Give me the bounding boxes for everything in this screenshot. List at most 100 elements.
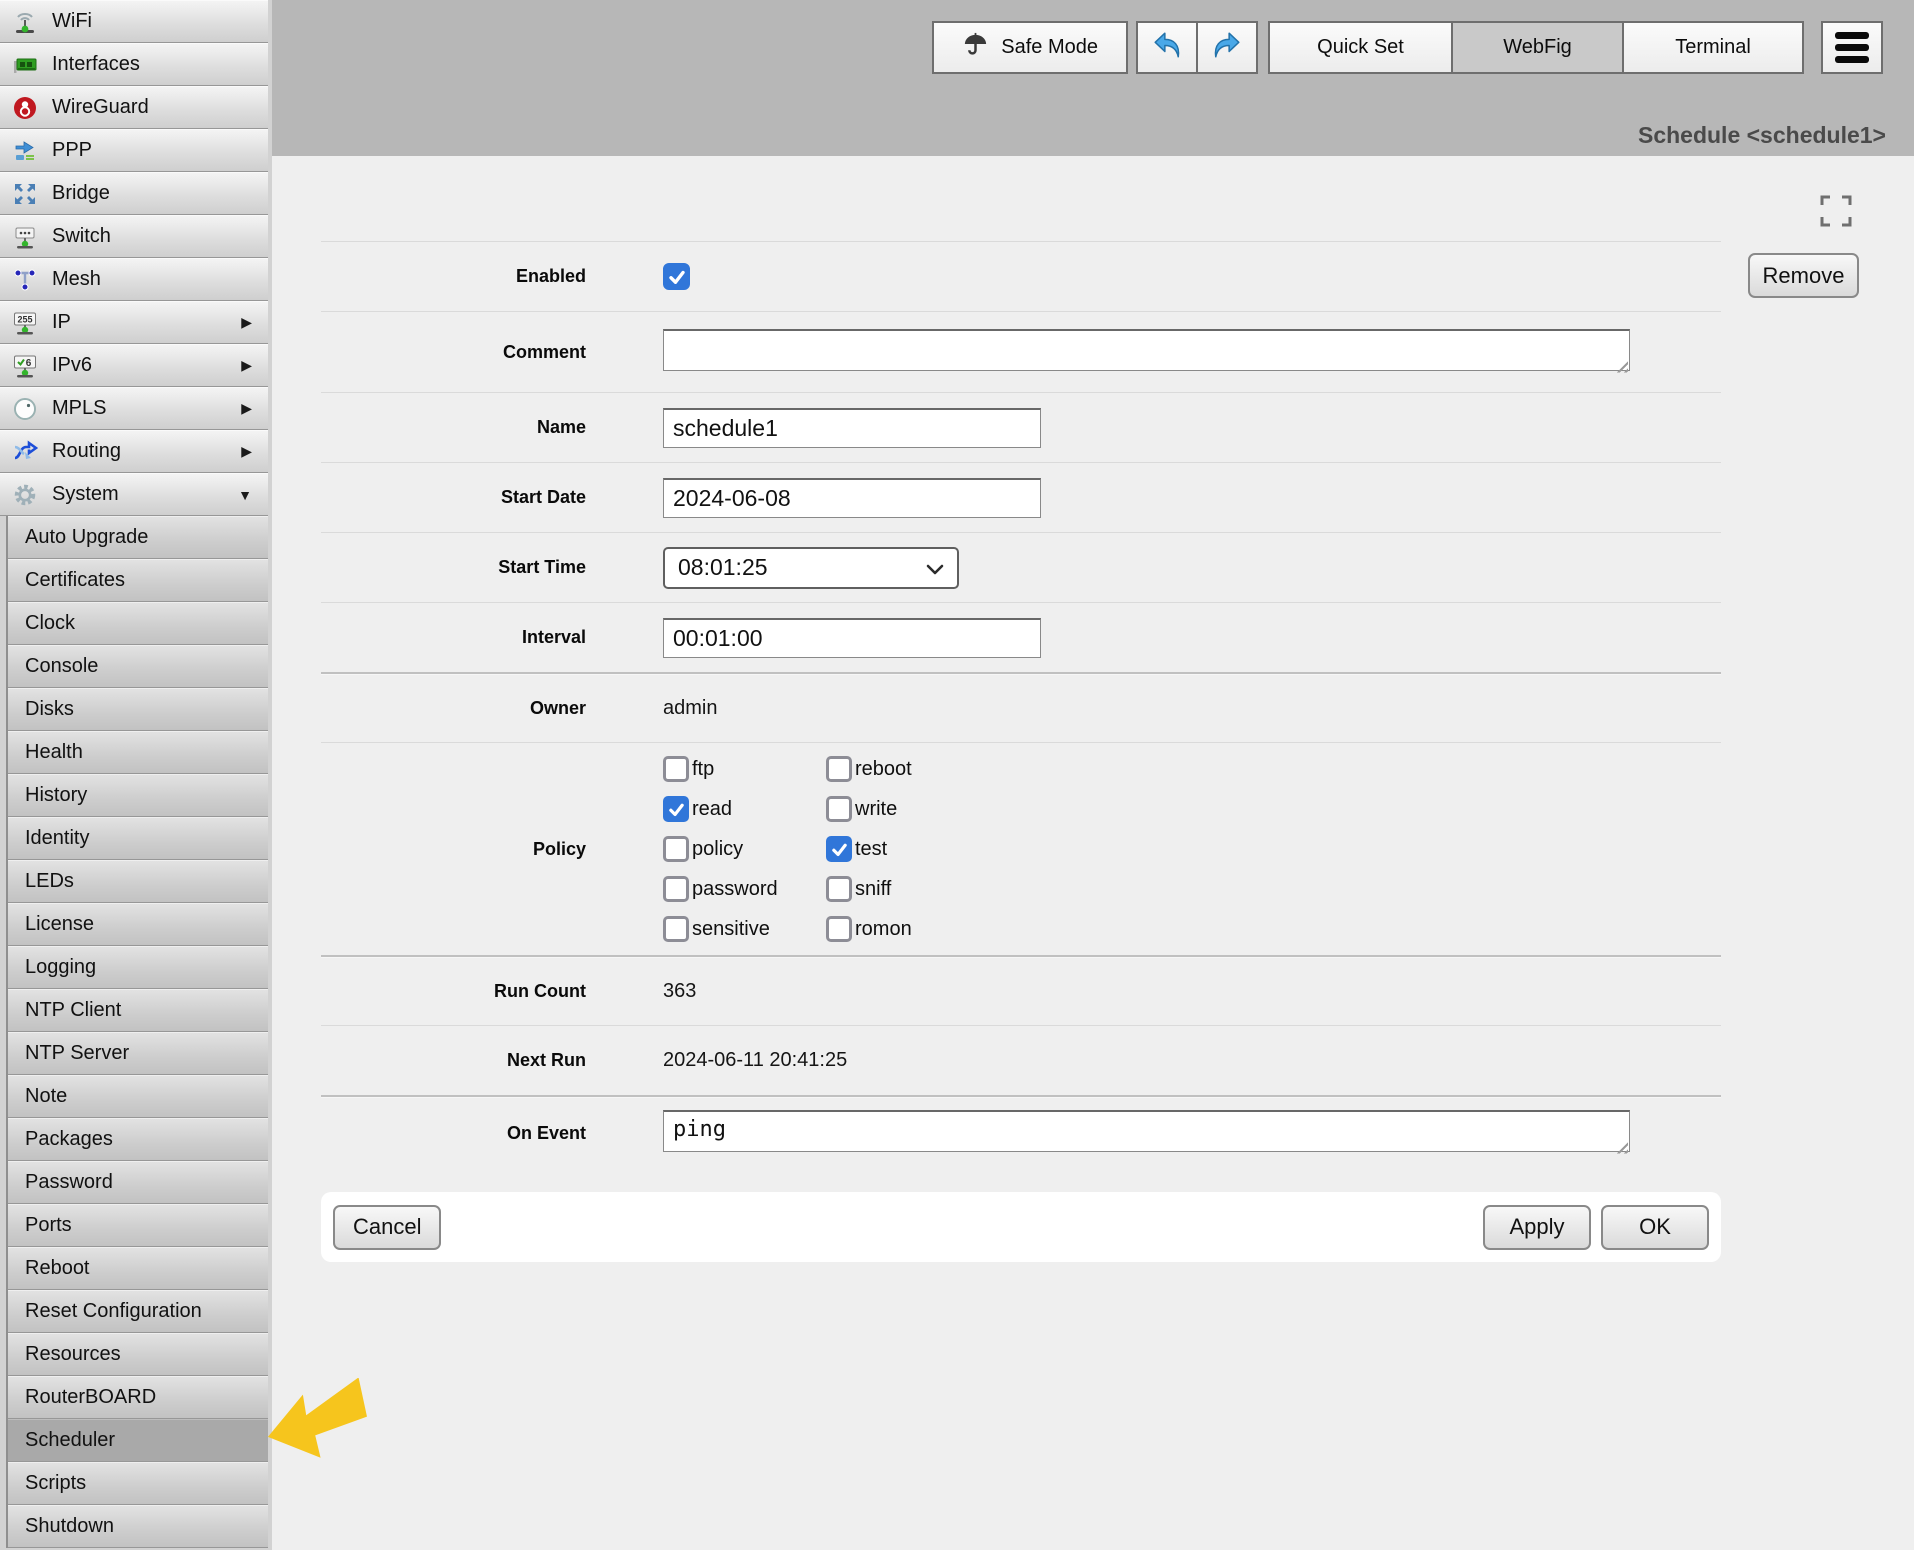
on-event-input[interactable] [663, 1110, 1630, 1152]
sidebar-item-certificates[interactable]: Certificates [8, 559, 268, 602]
checkbox-unchecked-icon[interactable] [663, 756, 689, 782]
sidebar-item-label: Resources [25, 1343, 121, 1366]
sidebar-item-license[interactable]: License [8, 903, 268, 946]
sidebar-item-disks[interactable]: Disks [8, 688, 268, 731]
enabled-checkbox[interactable] [663, 263, 690, 290]
sidebar-item-routerboard[interactable]: RouterBOARD [8, 1376, 268, 1419]
name-input[interactable] [663, 408, 1041, 448]
sidebar-item-history[interactable]: History [8, 774, 268, 817]
policy-sniff[interactable]: sniff [826, 876, 912, 902]
policy-read[interactable]: read [663, 796, 826, 822]
policy-write[interactable]: write [826, 796, 912, 822]
tab-quick-set[interactable]: Quick Set [1268, 21, 1453, 74]
mpls-icon [11, 395, 39, 423]
safe-mode-button[interactable]: Safe Mode [932, 21, 1128, 74]
cancel-button[interactable]: Cancel [333, 1205, 441, 1250]
sidebar-item-console[interactable]: Console [8, 645, 268, 688]
checkbox-unchecked-icon[interactable] [663, 836, 689, 862]
start-date-label: Start Date [321, 487, 586, 508]
redo-button[interactable] [1196, 21, 1258, 74]
policy-reboot[interactable]: reboot [826, 756, 912, 782]
start-date-input[interactable] [663, 478, 1041, 518]
policy-label: sniff [855, 878, 891, 901]
safe-mode-label: Safe Mode [1001, 36, 1098, 59]
comment-input[interactable] [663, 329, 1630, 371]
menu-button[interactable] [1821, 21, 1883, 74]
page-title: Schedule <schedule1> [1638, 122, 1886, 149]
start-time-row: Start Time 08:01:25 [321, 532, 1721, 602]
sidebar-item-ip[interactable]: 255IP▶ [0, 301, 268, 344]
remove-button[interactable]: Remove [1748, 253, 1859, 298]
checkbox-checked-icon[interactable] [663, 796, 689, 822]
sidebar-item-leds[interactable]: LEDs [8, 860, 268, 903]
sidebar-item-wireguard[interactable]: WireGuard [0, 86, 268, 129]
sidebar-item-system[interactable]: System▼ [0, 473, 268, 516]
policy-row: Policy ftprebootreadwritepolicytestpassw… [321, 742, 1721, 955]
sidebar-item-ipv6[interactable]: 6IPv6▶ [0, 344, 268, 387]
sidebar-item-packages[interactable]: Packages [8, 1118, 268, 1161]
checkbox-unchecked-icon[interactable] [826, 876, 852, 902]
enabled-row: Enabled [321, 241, 1721, 311]
interval-input[interactable] [663, 618, 1041, 658]
sidebar-item-bridge[interactable]: Bridge [0, 172, 268, 215]
sidebar-item-ports[interactable]: Ports [8, 1204, 268, 1247]
sidebar-item-note[interactable]: Note [8, 1075, 268, 1118]
sidebar-item-label: Password [25, 1171, 113, 1194]
interval-row: Interval [321, 602, 1721, 672]
sidebar-item-ntp-server[interactable]: NTP Server [8, 1032, 268, 1075]
sidebar-item-switch[interactable]: Switch [0, 215, 268, 258]
ok-button[interactable]: OK [1601, 1205, 1709, 1250]
chevron-down-icon [926, 554, 944, 581]
start-time-select[interactable]: 08:01:25 [663, 547, 959, 589]
fullscreen-button[interactable] [1816, 193, 1856, 233]
sidebar-item-reset-configuration[interactable]: Reset Configuration [8, 1290, 268, 1333]
on-event-row: On Event [321, 1095, 1721, 1169]
interfaces-icon [11, 51, 39, 79]
checkbox-unchecked-icon[interactable] [826, 916, 852, 942]
policy-policy[interactable]: policy [663, 836, 826, 862]
policy-sensitive[interactable]: sensitive [663, 916, 826, 942]
sidebar-item-routing[interactable]: Routing▶ [0, 430, 268, 473]
checkbox-unchecked-icon[interactable] [826, 756, 852, 782]
checkbox-unchecked-icon[interactable] [826, 796, 852, 822]
sidebar-item-label: RouterBOARD [25, 1386, 156, 1409]
policy-test[interactable]: test [826, 836, 912, 862]
sidebar-item-reboot[interactable]: Reboot [8, 1247, 268, 1290]
sidebar-item-label: NTP Server [25, 1042, 129, 1065]
sidebar-item-ntp-client[interactable]: NTP Client [8, 989, 268, 1032]
sidebar-item-shutdown[interactable]: Shutdown [8, 1505, 268, 1548]
start-date-row: Start Date [321, 462, 1721, 532]
sidebar-item-resources[interactable]: Resources [8, 1333, 268, 1376]
policy-romon[interactable]: romon [826, 916, 912, 942]
sidebar-item-label: WireGuard [52, 96, 149, 119]
sidebar-item-logging[interactable]: Logging [8, 946, 268, 989]
sidebar-item-auto-upgrade[interactable]: Auto Upgrade [8, 516, 268, 559]
sidebar-item-mesh[interactable]: Mesh [0, 258, 268, 301]
sidebar-item-clock[interactable]: Clock [8, 602, 268, 645]
sidebar-item-health[interactable]: Health [8, 731, 268, 774]
sidebar-item-interfaces[interactable]: Interfaces [0, 43, 268, 86]
policy-ftp[interactable]: ftp [663, 756, 826, 782]
sidebar-item-label: Console [25, 655, 98, 678]
policy-label: romon [855, 918, 912, 941]
apply-button[interactable]: Apply [1483, 1205, 1591, 1250]
sidebar-item-label: NTP Client [25, 999, 121, 1022]
tab-terminal[interactable]: Terminal [1622, 21, 1804, 74]
sidebar-item-scripts[interactable]: Scripts [8, 1462, 268, 1505]
sidebar-item-scheduler[interactable]: Scheduler [8, 1419, 268, 1462]
checkbox-unchecked-icon[interactable] [663, 916, 689, 942]
tab-webfig[interactable]: WebFig [1451, 21, 1624, 74]
undo-button[interactable] [1136, 21, 1198, 74]
policy-password[interactable]: password [663, 876, 826, 902]
sidebar-item-wifi[interactable]: WiFi [0, 0, 268, 43]
sidebar-item-identity[interactable]: Identity [8, 817, 268, 860]
checkbox-checked-icon[interactable] [826, 836, 852, 862]
highlight-arrow [266, 1378, 370, 1464]
chevron-down-icon: ▼ [238, 487, 252, 503]
sidebar-item-mpls[interactable]: MPLS▶ [0, 387, 268, 430]
sidebar-item-password[interactable]: Password [8, 1161, 268, 1204]
sidebar-item-label: Packages [25, 1128, 113, 1151]
run-count-value: 363 [663, 980, 696, 1003]
sidebar-item-ppp[interactable]: PPP [0, 129, 268, 172]
checkbox-unchecked-icon[interactable] [663, 876, 689, 902]
